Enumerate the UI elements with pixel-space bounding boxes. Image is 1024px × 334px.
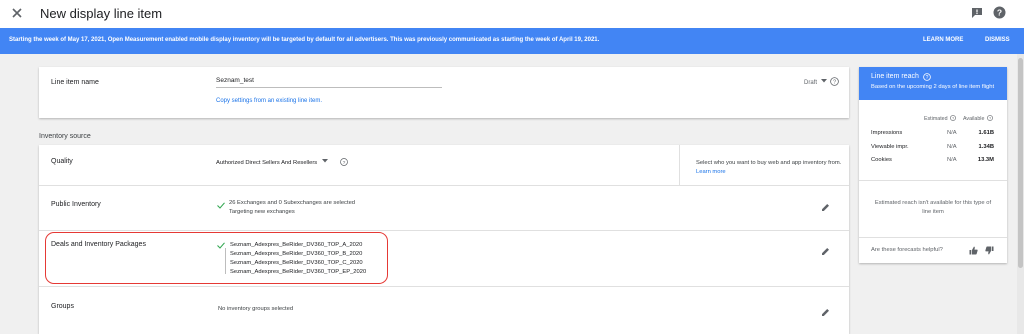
metric-label: Viewable impr. (871, 144, 909, 150)
metric-available: 13.3M (977, 157, 994, 163)
svg-text:?: ? (989, 117, 991, 121)
top-bar: New display line item ? (0, 0, 1024, 29)
edit-pencil-icon[interactable] (821, 247, 830, 256)
metric-estimated: N/A (947, 144, 957, 150)
svg-text:?: ? (997, 8, 1002, 18)
metric-label: Cookies (871, 157, 892, 163)
edit-pencil-icon[interactable] (821, 308, 830, 317)
status-dropdown[interactable]: Draft (804, 79, 827, 86)
public-inventory-row[interactable]: Public Inventory 26 Exchanges and 0 Sube… (39, 185, 849, 231)
reach-header: Line item reach ? Based on the upcoming … (859, 67, 1007, 100)
banner-message: Starting the week of May 17, 2021, Open … (9, 37, 600, 43)
reach-divider (859, 237, 1007, 238)
estimated-label: Estimated (924, 116, 948, 122)
quality-dropdown[interactable]: Authorized Direct Sellers And Resellers (216, 159, 328, 166)
edit-pencil-icon[interactable] (821, 203, 830, 212)
help-outline-icon[interactable]: ? (950, 115, 956, 121)
thumb-down-icon[interactable] (985, 246, 994, 255)
quality-value: Authorized Direct Sellers And Resellers (216, 160, 318, 166)
help-outline-icon[interactable]: ? (340, 158, 348, 166)
forecast-feedback-question: Are these forecasts helpful? (871, 247, 943, 253)
quality-info-text: Select who you want to buy web and app i… (696, 160, 842, 166)
quality-label: Quality (51, 158, 73, 165)
metric-estimated: N/A (947, 130, 957, 136)
chevron-down-icon (321, 159, 328, 163)
close-icon[interactable] (10, 6, 24, 20)
line-item-name-label: Line item name (51, 79, 99, 86)
help-outline-icon[interactable]: ? (986, 115, 993, 121)
svg-text:?: ? (833, 80, 836, 86)
available-label: Available (963, 116, 985, 122)
reach-subtitle: Based on the upcoming 2 days of line ite… (871, 84, 995, 90)
copy-settings-link[interactable]: Copy settings from an existing line item… (216, 98, 322, 104)
inventory-source-title: Inventory source (39, 133, 91, 140)
dismiss-button[interactable]: DISMISS (985, 37, 1010, 43)
metric-available: 1.61B (978, 130, 994, 136)
feedback-icon[interactable] (971, 7, 983, 19)
line-item-reach-card: Line item reach ? Based on the upcoming … (859, 67, 1007, 263)
estimated-column-header: Estimated ? (924, 115, 956, 122)
available-column-header: Available ? (963, 115, 993, 122)
quality-row: Quality Authorized Direct Sellers And Re… (39, 145, 849, 186)
svg-text:?: ? (952, 117, 954, 121)
groups-row[interactable]: Groups No inventory groups selected (39, 286, 849, 334)
public-inventory-detail: Targeting new exchanges (229, 209, 295, 215)
metric-available: 1.34B (978, 144, 994, 150)
check-icon (217, 202, 225, 209)
help-outline-icon[interactable]: ? (830, 77, 839, 86)
svg-text:?: ? (926, 75, 929, 81)
status-value: Draft (804, 80, 818, 86)
groups-summary: No inventory groups selected (218, 306, 294, 312)
help-circle-icon[interactable]: ? (993, 6, 1006, 19)
groups-label: Groups (51, 303, 74, 310)
thumb-up-icon[interactable] (969, 246, 978, 255)
reach-divider (859, 180, 1007, 181)
reach-title: Line item reach (871, 73, 919, 80)
svg-text:?: ? (343, 160, 346, 166)
public-inventory-label: Public Inventory (51, 201, 101, 208)
quality-divider (679, 145, 680, 185)
help-outline-icon[interactable]: ? (923, 73, 931, 81)
learn-more-link[interactable]: Learn more (696, 169, 726, 175)
metric-estimated: N/A (947, 157, 957, 163)
learn-more-button[interactable]: LEARN MORE (923, 37, 963, 43)
reach-unavailable-note: Estimated reach isn't available for this… (874, 200, 992, 215)
metric-label: Impressions (871, 130, 903, 136)
chevron-down-icon (820, 79, 827, 83)
page-title: New display line item (40, 6, 163, 21)
quality-info: Select who you want to buy web and app i… (696, 159, 846, 177)
line-item-name-input[interactable]: Seznam_test (216, 75, 442, 88)
scrollbar-thumb[interactable] (1018, 58, 1023, 268)
line-item-name-card: Line item name Seznam_test Copy settings… (39, 67, 849, 118)
notification-banner: Starting the week of May 17, 2021, Open … (0, 28, 1024, 54)
vertical-scrollbar[interactable] (1017, 54, 1024, 334)
public-inventory-summary: 26 Exchanges and 0 Subexchanges are sele… (229, 200, 356, 206)
highlight-annotation (45, 232, 388, 284)
